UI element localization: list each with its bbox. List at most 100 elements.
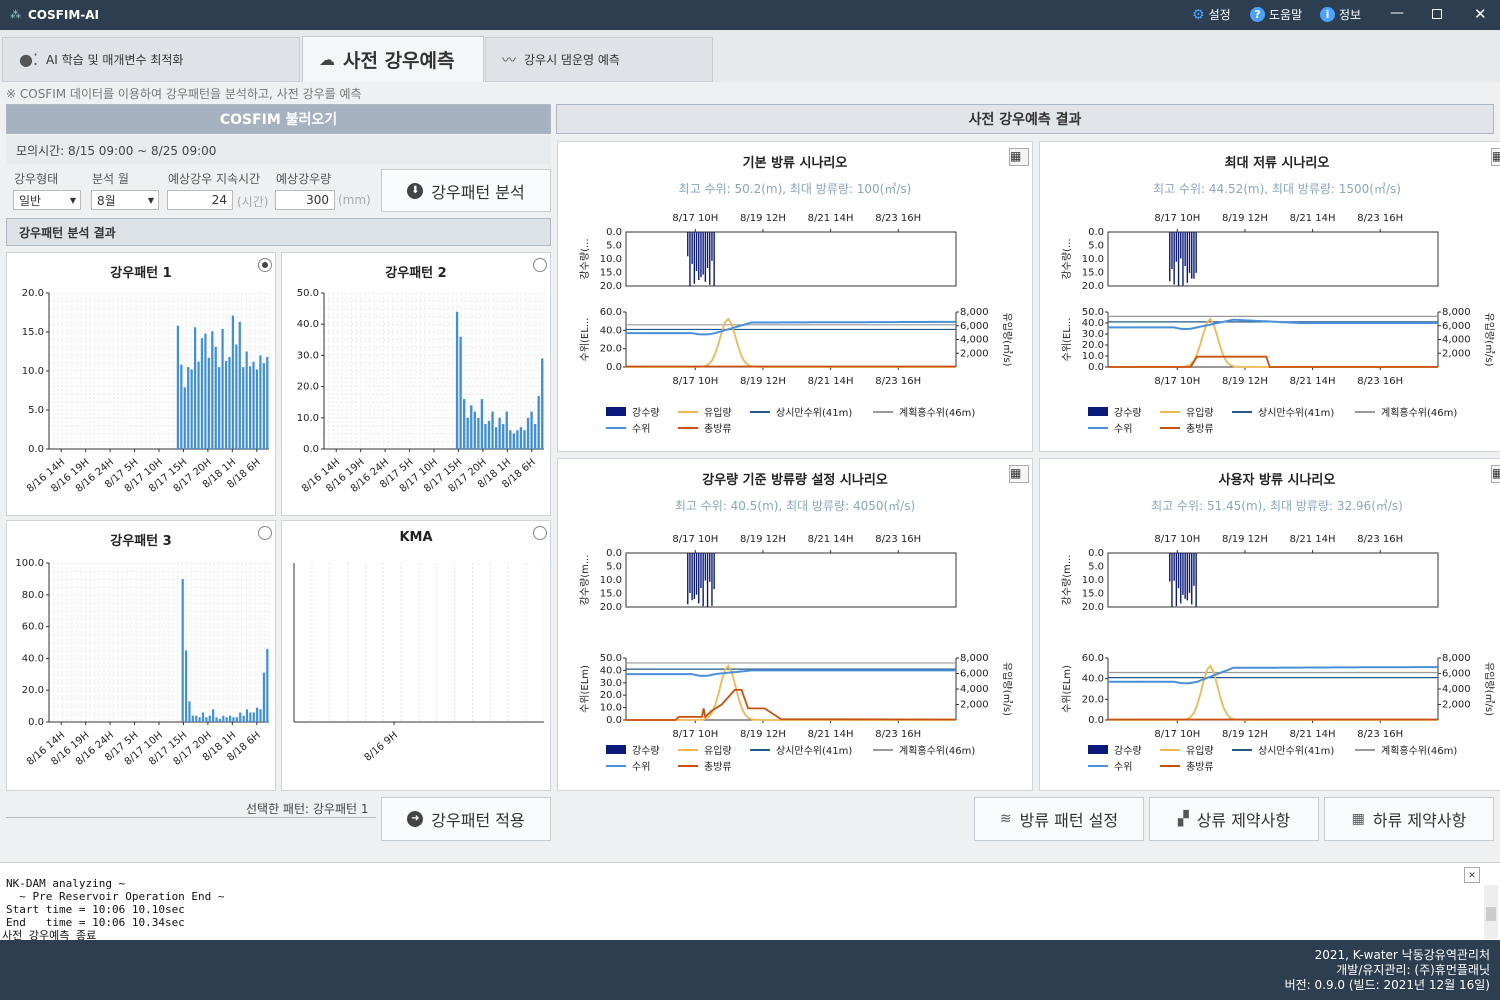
settings-menu[interactable]: ⚙ 설정 [1192,6,1231,23]
selected-pattern-underline [6,817,376,818]
tick-label: 0.0 [606,715,622,726]
rain-bar [1182,232,1184,286]
rain-bar [188,701,191,722]
outflow-line [1108,355,1438,368]
tick-label: 40.0 [297,319,319,330]
rain-bar [1173,553,1175,581]
rain-axis-label: 강수량(... [1061,238,1073,279]
rain-bar [1177,232,1180,286]
duration-input[interactable]: 24 [167,190,233,210]
rain-bar [484,424,487,449]
footer-line: 버전: 0.9.0 (빌드: 2021년 12월 16일) [1284,978,1490,992]
tab-ai-training[interactable]: ●⁚ AI 학습 및 매개변수 최적화 [2,37,300,82]
rain-bar [502,424,505,449]
scenario-chart: 8/17 10H 8/19 12H 8/21 14H 8/23 16H 0.0 5.0 10… [578,534,1014,773]
log-close-icon[interactable]: ✕ [1464,867,1480,883]
rain-bar [238,321,241,449]
rain-bar [693,232,696,284]
close-icon[interactable]: ✕ [1474,5,1487,23]
water-level-line [626,320,956,336]
maximize-icon[interactable] [1432,9,1442,19]
rain-bar [1180,553,1182,604]
info-menu[interactable]: i 정보 [1320,6,1361,23]
rain-bar [477,417,480,449]
rain-bar [266,356,269,449]
cosfim-load-label: COSFIM 불러오기 [219,112,338,128]
inflow-line [1108,664,1438,721]
results-header: 사전 강우예측 결과 [556,104,1494,134]
log-scrollbar-thumb[interactable] [1486,907,1496,921]
rain-bar [462,399,466,449]
analyze-pattern-button[interactable]: ⬇ 강우패턴 분석 [381,169,551,212]
tab-pre-rainfall[interactable]: ☁ 사전 강우예측 [302,36,484,82]
rain-bar [215,717,218,722]
tick-label: 15.0 [600,589,622,600]
rain-bar [239,712,242,722]
legend-swatch [606,745,626,754]
status-bar: 2021, K-water 낙동강유역관리처 개발/유지관리: (주)휴먼플래닛… [0,940,1500,1000]
rain-axis-label: 강수량(m... [1061,555,1073,606]
gear-icon: ⚙ [1192,6,1205,23]
downstream-constraint-button[interactable]: ▦ 하류 제약사항 [1324,797,1494,841]
tick-label: 0.0 [1088,548,1104,559]
tab-label: 강우시 댐운영 예측 [524,53,620,67]
tick-label: 4,000 [960,335,989,346]
legend-label: 총방류 [1186,761,1214,773]
log-line: Start time = 10:06 10.10sec [6,903,185,916]
legend-label: 수위 [632,760,650,773]
tick-label: 4,000 [1442,335,1471,346]
rain-bar [256,707,259,722]
tab-label: AI 학습 및 매개변수 최적화 [46,53,184,67]
scenario-panel-4: 사용자 방류 시나리오 최고 수위: 51.45(m), 최대 방류량: 32.9… [1039,458,1500,791]
legend-label: 유입량 [704,406,732,419]
rain-bar [1169,553,1171,582]
rain-bar [698,553,700,604]
rain-type-value: 일반 [19,193,42,208]
cosfim-load-button[interactable]: COSFIM 불러오기 [6,104,551,134]
outflow-line [626,688,957,721]
month-select[interactable]: 8월 ▼ [91,190,159,210]
legend-label: 강수량 [1114,745,1142,757]
tick-label: 0.0 [28,444,44,455]
month-value: 8월 [97,193,116,208]
tick-label: 8/23 16H [875,534,921,545]
rain-bar [700,553,702,588]
amount-label: 예상강우량 [276,172,332,186]
rain-bar [201,712,205,722]
tick-label: 20.0 [1082,694,1104,705]
tick-label: 10.0 [600,254,622,265]
log-scrollbar[interactable] [1484,885,1498,939]
level-axis-label: 수위(EL... [578,318,591,362]
rain-bar [1193,232,1195,279]
tick-label: 8/19 12H [740,729,786,740]
tick-label: 8,000 [960,307,989,318]
discharge-pattern-button[interactable]: ≋ 방류 패턴 설정 [974,797,1144,841]
tab-dam-operation[interactable]: 〰 강우시 댐운영 예측 [485,37,713,82]
legend-label: 상시만수위(41m) [776,744,852,757]
rain-bar [222,715,225,722]
tick-label: 50.0 [1082,307,1104,318]
pattern-result-title: 강우패턴 분석 결과 [19,225,116,240]
amount-input[interactable]: 300 [275,190,335,210]
analyze-pattern-label: 강우패턴 분석 [431,182,525,202]
rain-bar [519,427,523,449]
tick-label: 2,000 [1442,348,1471,359]
tick-label: 8/17 10H [1154,376,1200,387]
help-menu[interactable]: ? 도움말 [1250,6,1302,23]
rain-bar [473,411,476,449]
water-level-line [1108,666,1439,685]
minimize-icon[interactable]: — [1390,5,1404,21]
tick-label: 20.0 [600,690,622,701]
upstream-constraint-button[interactable]: ▞ 상류 제약사항 [1149,797,1319,841]
rain-bar [197,361,200,449]
tick-label: 20.0 [600,281,622,292]
rain-type-select[interactable]: 일반 ▼ [13,190,81,210]
rain-bar [259,355,262,449]
pattern-chart: 0.020.040.060.080.0100.08/16 14H8/16 19H… [15,558,270,768]
rain-bar [1171,553,1173,607]
rain-bar [691,553,693,601]
tick-label: 0.0 [606,227,622,238]
tick-label: 8/23 16H [875,213,921,224]
apply-pattern-button[interactable]: ➜ 강우패턴 적용 [381,797,551,841]
rain-bar [494,427,498,449]
